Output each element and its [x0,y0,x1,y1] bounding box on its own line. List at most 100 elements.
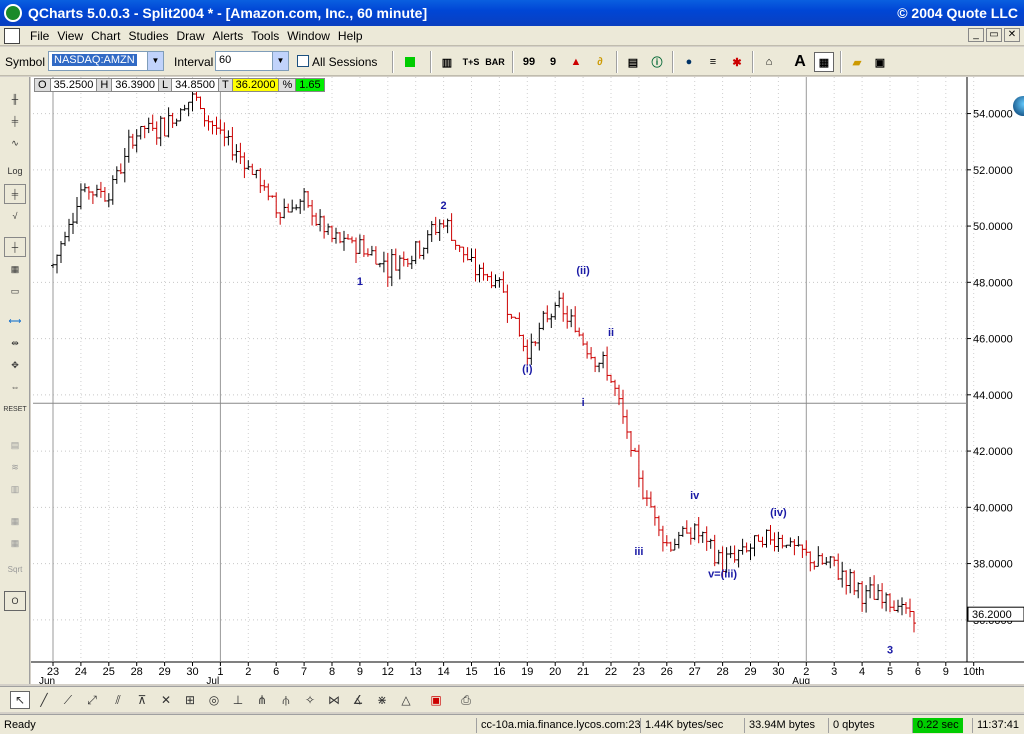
open-button[interactable]: ▰ [847,52,867,72]
bug-button[interactable]: ✱ [727,52,747,72]
close-button[interactable]: ✕ [1004,28,1020,42]
chart-window-icon[interactable] [4,28,20,44]
extended-line-tool[interactable]: ⤢ [82,691,102,709]
status-latency: 0.22 sec [912,718,963,733]
bar-chart-button[interactable]: ▥ [437,52,457,72]
time-tick-label: 9 [357,666,363,678]
fan-tool[interactable]: ✧ [300,691,320,709]
price-tick-label: 52.0000 [973,165,1013,177]
menu-help[interactable]: Help [334,28,367,44]
disabled-icon: ▦ [10,515,20,526]
quote-button[interactable]: 99 [519,52,539,72]
grid-icon: ▦ [818,56,830,69]
fib-tool[interactable]: ⊼ [132,691,152,709]
bar-button[interactable]: BAR [485,52,505,72]
cycle-tool[interactable]: ⊥ [228,691,248,709]
options-button[interactable]: O [4,591,26,611]
reset-button[interactable]: RESET [3,399,26,419]
save-button[interactable]: ▣ [870,52,890,72]
ray-tool[interactable]: ⟋ [58,691,78,709]
expand-button[interactable]: ⇔ [4,377,26,397]
study-button[interactable]: √ [4,206,26,226]
text-button[interactable]: A [790,52,810,72]
chart-area[interactable]: 54.0000 52.0000 50.0000 48.0000 46.0000 44.00… [31,77,1024,684]
menu-chart[interactable]: Chart [87,28,124,44]
split-button[interactable]: ▭ [4,281,26,301]
angle-tool[interactable]: ∡ [348,691,368,709]
menu-window[interactable]: Window [283,28,334,44]
pan-button[interactable]: ✥ [4,355,26,375]
time-tick-label: 22 [605,666,617,678]
arc-tool[interactable]: ⋈ [324,691,344,709]
channel-icon: ⫽ [115,692,121,707]
delete-drawing-button[interactable]: ▣ [426,691,446,709]
news-button[interactable]: 9 [543,52,563,72]
regression-tool[interactable]: ⊞ [180,691,200,709]
menu-alerts[interactable]: Alerts [209,28,248,44]
arc-icon: ⋈ [328,693,340,707]
time-zone-tool[interactable]: ⋇ [372,691,392,709]
chevron-down-icon[interactable]: ▼ [272,52,288,70]
interval-select[interactable]: 60 ▼ [215,51,289,71]
internet-button[interactable]: ● [679,52,699,72]
open-value: 35.2500 [51,79,98,91]
angle-icon: ∡ [352,693,364,707]
menu-tools[interactable]: Tools [247,28,283,44]
time-tick-label: 30 [186,666,198,678]
speed-icon: ⋔ [256,693,268,707]
log-scale-button[interactable]: Log [4,161,26,181]
zoom-fit-button[interactable]: ⟷ [4,311,26,331]
crosshair-button[interactable]: ┼ [4,237,26,257]
price-chart[interactable]: 54.0000 52.0000 50.0000 48.0000 46.0000 44.00… [31,77,1024,684]
line-chart-icon: ∿ [11,137,19,148]
live-status-button[interactable] [400,52,420,72]
info-button[interactable]: ⓘ [647,52,667,72]
time-tick-label: 25 [103,666,115,678]
menu-file[interactable]: File [26,28,53,44]
zoom-fit-icon: ⟷ [8,315,22,326]
menu-draw[interactable]: Draw [173,28,209,44]
properties-button[interactable]: ⎙ [456,691,476,709]
compress-button[interactable]: ⇹ [4,333,26,353]
data-window-button[interactable]: ▦ [4,259,26,279]
triangle-tool[interactable]: △ [396,691,416,709]
menu-view[interactable]: View [53,28,87,44]
symbol-select[interactable]: NASDAQ:AMZN ▼ [48,51,164,71]
green-square-icon [405,57,415,67]
pointer-tool[interactable]: ↖ [10,691,30,709]
columns-button[interactable]: ▤ [623,52,643,72]
portfolio-button[interactable]: ⌂ [759,52,779,72]
circle-tool[interactable]: ◎ [204,691,224,709]
news-alert-button[interactable]: ≡ [703,52,723,72]
price-tick-label: 46.0000 [973,334,1013,346]
toolbar-separator [840,51,842,73]
line-tool[interactable]: ╱ [34,691,54,709]
channel-tool[interactable]: ⫽ [108,691,128,709]
line-type-button[interactable]: ∿ [4,133,26,153]
all-sessions-checkbox[interactable] [297,55,309,67]
status-ready: Ready [4,719,36,731]
high-label: H [97,79,113,91]
split-icon: ▭ [10,285,20,296]
qcharts-logo-icon [4,4,22,22]
status-bytes: 33.94M bytes [744,718,819,733]
chevron-down-icon[interactable]: ▼ [147,52,163,70]
link-button[interactable]: ∂ [590,52,610,72]
minimize-button[interactable]: _ [968,28,984,42]
toolbar-separator [616,51,618,73]
candle-type-button[interactable]: ╪ [4,111,26,131]
bar-type-button[interactable]: ╫ [4,89,26,109]
wave-label: iii [634,546,643,558]
main-toolbar: Symbol NASDAQ:AMZN ▼ Interval 60 ▼ All S… [0,47,1024,76]
grid-button[interactable]: ▦ [814,52,834,72]
time-sales-button[interactable]: T+S [461,52,481,72]
wave-label: iv [690,490,700,502]
alert-button[interactable]: ▲ [566,52,586,72]
restore-button[interactable]: ▭ [986,28,1002,42]
speed-tool[interactable]: ⋔ [252,691,272,709]
gann-tool[interactable]: ✕ [156,691,176,709]
scale-button[interactable]: ╪ [4,184,26,204]
menu-studies[interactable]: Studies [124,28,172,44]
andrews-tool[interactable]: ⫛ [276,691,296,709]
time-tick-label: 3 [831,666,837,678]
